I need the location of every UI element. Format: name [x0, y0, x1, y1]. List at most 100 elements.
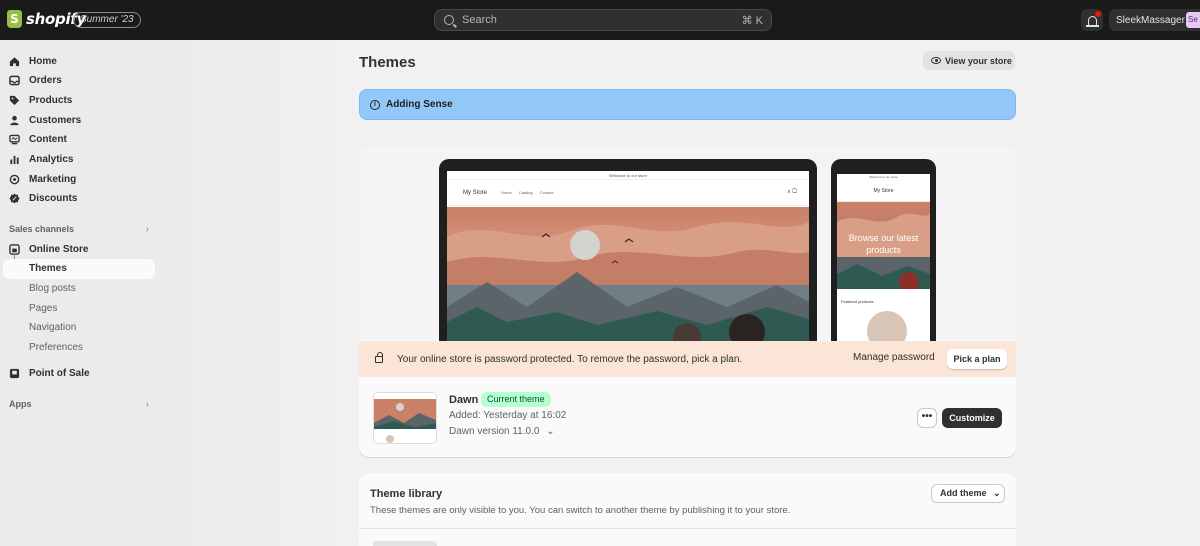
sales-channels-header[interactable]: Sales channels	[9, 224, 74, 234]
chevron-right-icon[interactable]: ›	[146, 224, 149, 235]
chevron-right-icon[interactable]: ›	[146, 399, 149, 410]
banner-text: Adding Sense	[386, 99, 453, 110]
sidebar-item-home[interactable]: Home	[8, 51, 57, 71]
sidebar-item-discounts[interactable]: Discounts	[8, 188, 77, 208]
sidebar-item-label: Marketing	[29, 173, 77, 185]
add-theme-label: Add theme	[940, 488, 987, 498]
current-theme-row: Dawn Current theme Added: Yesterday at 1…	[359, 377, 1016, 457]
phone-preview: Welcome to our store My Store Browse our…	[831, 159, 936, 344]
view-store-button[interactable]: View your store	[923, 51, 1015, 70]
target-icon	[8, 173, 20, 185]
tag-icon	[8, 94, 20, 106]
laptop-preview: Welcome to our store My Store Home Catal…	[439, 159, 817, 344]
phone-screen: Welcome to our store My Store Browse our…	[837, 174, 930, 344]
sidebar-item-label: Customers	[29, 114, 82, 126]
customize-button[interactable]: Customize	[942, 408, 1002, 428]
sidebar-subitem-pages[interactable]: Pages	[29, 303, 57, 314]
orders-icon	[8, 74, 20, 86]
sidebar-item-label: Content	[29, 133, 67, 145]
theme-name: Dawn	[449, 394, 479, 406]
search-icon	[444, 15, 454, 25]
sidebar-item-products[interactable]: Products	[8, 90, 72, 110]
info-banner: i Adding Sense	[359, 89, 1016, 120]
manage-password-link[interactable]: Manage password	[853, 352, 935, 363]
phone-announcement: Welcome to our store	[869, 175, 898, 179]
theme-preview[interactable]: Welcome to our store My Store Home Catal…	[359, 146, 1016, 344]
apps-header[interactable]: Apps	[9, 399, 32, 409]
sidebar-subitem-preferences[interactable]: Preferences	[29, 342, 83, 353]
view-store-label: View your store	[945, 55, 1012, 66]
sidebar-subitem-blog-posts[interactable]: Blog posts	[29, 283, 76, 294]
search-shortcut: ⌘ K	[741, 14, 763, 27]
laptop-screen: Welcome to our store My Store Home Catal…	[447, 171, 809, 344]
discount-icon	[8, 192, 20, 204]
top-bar: S shopify Summer '23 Search ⌘ K SleekMas…	[0, 0, 1200, 40]
theme-library-title: Theme library	[370, 488, 443, 500]
sidebar-item-label: Home	[29, 55, 57, 67]
sidebar-item-orders[interactable]: Orders	[8, 70, 62, 90]
bar-chart-icon	[8, 153, 20, 165]
chevron-down-icon: ⌄	[993, 488, 1001, 498]
home-icon	[8, 55, 20, 67]
edition-badge: Summer '23	[73, 12, 141, 28]
theme-version-dropdown[interactable]: Dawn version 11.0.0 ⌄	[449, 426, 555, 437]
notifications-button[interactable]	[1081, 9, 1103, 31]
sidebar-subitem-navigation[interactable]: Navigation	[29, 322, 76, 333]
store-menu-button[interactable]: SleekMassager Se	[1109, 9, 1200, 31]
phone-product-image	[867, 311, 907, 344]
add-theme-button[interactable]: Add theme ⌄	[931, 484, 1005, 503]
store-name: SleekMassager	[1116, 14, 1185, 26]
shopify-bag-icon: S	[7, 10, 22, 28]
sidebar-item-label: Point of Sale	[29, 367, 90, 379]
sidebar-item-label: Orders	[29, 74, 62, 86]
sidebar: Home Orders Products Customers Content A…	[0, 40, 164, 546]
sidebar-item-label: Products	[29, 94, 73, 106]
eye-icon	[931, 57, 941, 64]
chevron-down-icon: ⌄	[546, 426, 555, 437]
content-icon	[8, 133, 20, 145]
theme-library-description: These themes are only visible to you. Yo…	[370, 505, 791, 516]
phone-featured-section: Featured products	[837, 289, 930, 344]
sidebar-item-label: Discounts	[29, 192, 78, 204]
sidebar-subitem-active-bg	[3, 259, 155, 279]
sidebar-item-customers[interactable]: Customers	[8, 110, 81, 130]
phone-store-name: My Store	[837, 181, 930, 202]
theme-library-card: Theme library These themes are only visi…	[359, 473, 1016, 546]
theme-thumbnail	[373, 392, 437, 444]
search-bar[interactable]: Search ⌘ K	[434, 9, 772, 31]
current-theme-badge: Current theme	[481, 392, 551, 407]
sidebar-item-content[interactable]: Content	[8, 129, 67, 149]
preview-nav-links: Home Catalog Contact	[501, 190, 554, 195]
phone-featured-label: Featured products	[841, 299, 874, 304]
store-avatar: Se	[1186, 12, 1200, 28]
sidebar-subitem-themes[interactable]: Themes	[29, 263, 67, 274]
theme-added-date: Added: Yesterday at 16:02	[449, 410, 567, 421]
more-actions-button[interactable]: •••	[917, 408, 937, 428]
preview-hero-image	[447, 207, 809, 344]
pos-icon	[8, 367, 20, 379]
pick-plan-button[interactable]: Pick a plan	[947, 349, 1007, 369]
info-icon: i	[370, 99, 380, 110]
current-theme-card: Welcome to our store My Store Home Catal…	[359, 146, 1016, 457]
phone-hero-text: Browse our latest products	[848, 233, 919, 255]
library-theme-placeholder	[373, 541, 437, 546]
sidebar-item-point-of-sale[interactable]: Point of Sale	[8, 363, 90, 383]
announcement-bar: Welcome to our store	[447, 171, 809, 180]
page-title: Themes	[359, 54, 416, 71]
content-shadow	[164, 40, 344, 546]
bell-icon	[1085, 15, 1099, 27]
sidebar-item-marketing[interactable]: Marketing	[8, 169, 76, 189]
person-icon	[8, 114, 20, 126]
divider	[359, 528, 1016, 529]
preview-store-name: My Store	[463, 189, 488, 196]
sidebar-item-label: Online Store	[29, 243, 89, 255]
preview-header-icons: ⌕ ▢	[787, 189, 797, 195]
preview-header: My Store Home Catalog Contact ⌕ ▢	[447, 180, 809, 206]
search-placeholder: Search	[462, 14, 497, 26]
sidebar-item-analytics[interactable]: Analytics	[8, 149, 73, 169]
sidebar-item-label: Analytics	[29, 153, 74, 165]
lock-icon	[375, 351, 383, 363]
notification-dot	[1095, 11, 1101, 17]
password-notice-bar: Your online store is password protected.…	[359, 341, 1016, 377]
phone-hero-image: Browse our latest products	[837, 202, 930, 289]
